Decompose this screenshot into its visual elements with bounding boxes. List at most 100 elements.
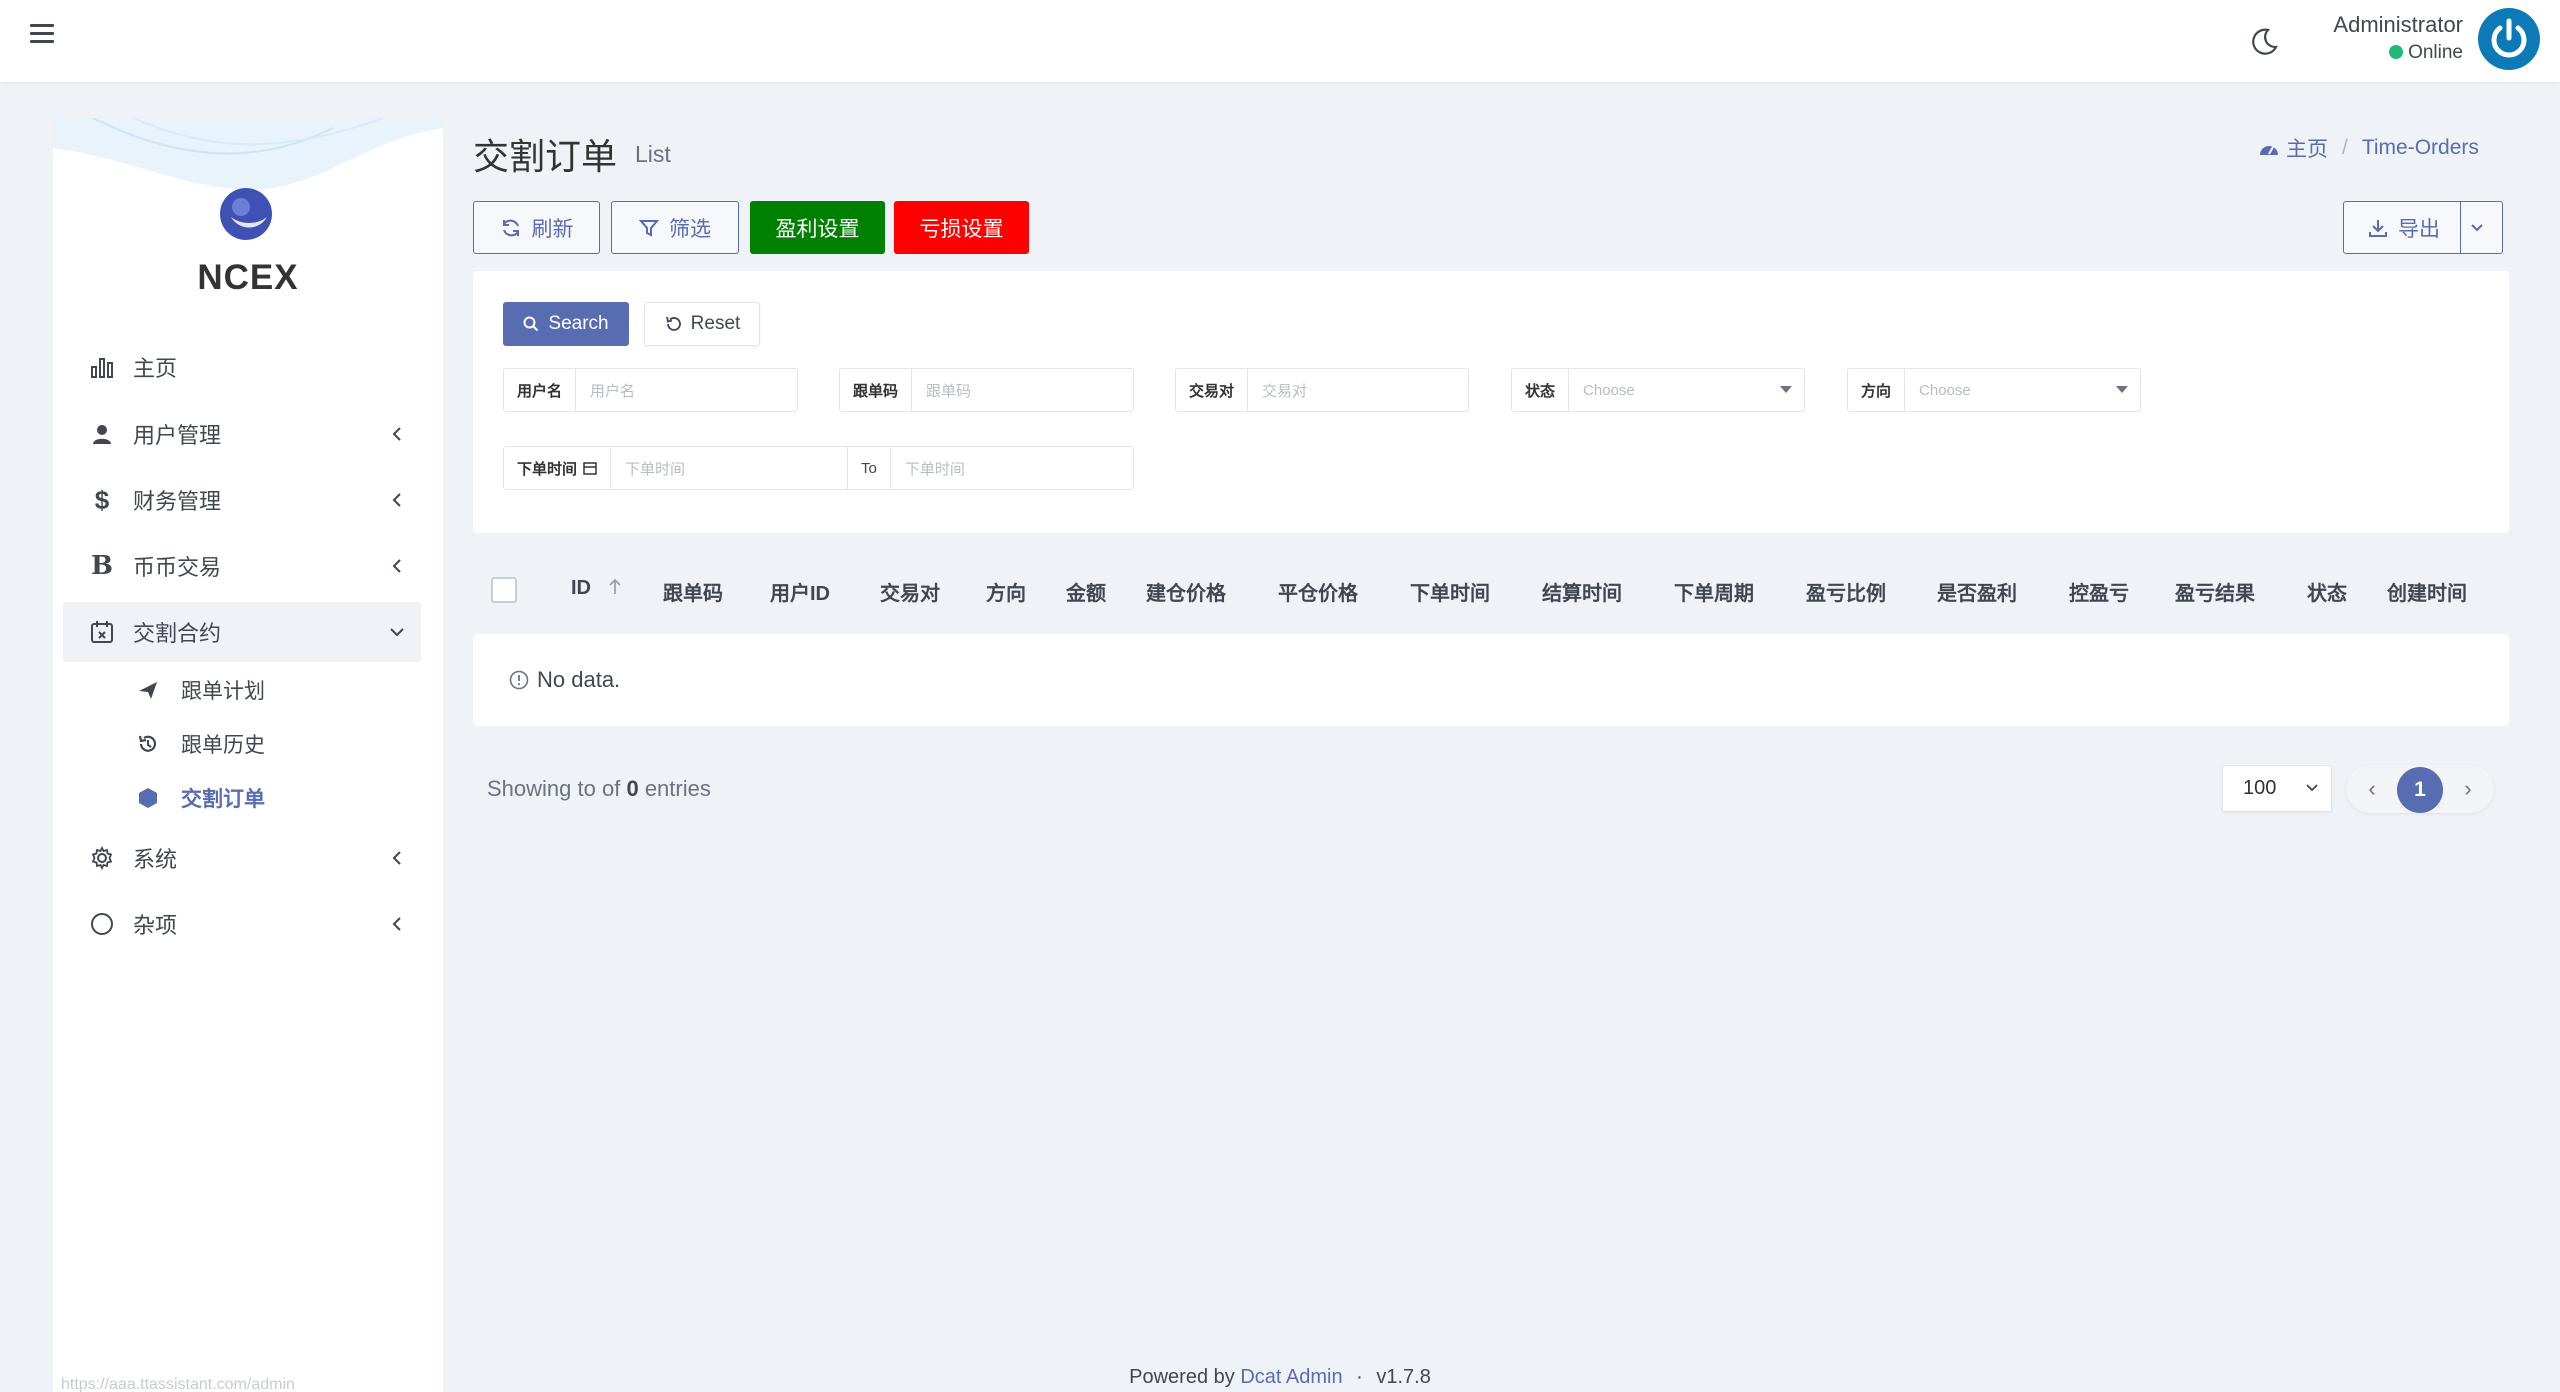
sort-arrow-up-icon (608, 578, 621, 594)
chevron-left-icon (392, 851, 401, 865)
filter-button[interactable]: 筛选 (611, 201, 739, 254)
pair-filter: 交易对 交易对 (1175, 368, 1469, 412)
direction-select-value: Choose (1919, 381, 1971, 399)
footer: Powered by Dcat Admin · v1.7.8 (0, 1366, 2560, 1389)
refresh-button-label: 刷新 (531, 217, 574, 241)
profit-settings-button[interactable]: 盈利设置 (750, 201, 885, 254)
per-page-select[interactable]: 100 (2222, 765, 2332, 812)
order-time-start-input[interactable]: 下单时间 (611, 447, 849, 489)
reset-button[interactable]: Reset (644, 302, 760, 346)
column-header[interactable]: 跟单码 (663, 577, 723, 606)
sidebar-item-delivery-contract[interactable]: 交割合约 (63, 602, 421, 662)
dashboard-icon (2260, 146, 2278, 155)
sidebar-subitem-copy-plan[interactable]: 跟单计划 (133, 668, 265, 712)
per-page-value: 100 (2243, 777, 2277, 799)
column-header[interactable]: 结算时间 (1542, 577, 1622, 606)
entries-total: 0 (626, 776, 639, 801)
user-icon (79, 423, 125, 445)
chevron-left-icon (392, 493, 401, 507)
sidebar-item-system[interactable]: 系统 (63, 828, 421, 888)
pair-filter-label: 交易对 (1176, 369, 1249, 411)
plane-icon (133, 679, 163, 701)
sidebar-item-label: 主页 (133, 356, 178, 381)
brand-logo-icon (220, 188, 272, 240)
circle-icon (79, 912, 125, 936)
user-status-text: Online (2408, 42, 2463, 63)
column-header[interactable]: 创建时间 (2387, 577, 2467, 606)
refresh-icon (502, 219, 519, 236)
calendar-small-icon (583, 462, 597, 475)
column-header[interactable]: 建仓价格 (1146, 577, 1226, 606)
column-header[interactable]: 金额 (1066, 577, 1106, 606)
column-header-label: ID (571, 577, 591, 599)
search-button[interactable]: Search (503, 302, 629, 346)
direction-select[interactable]: Choose (1905, 369, 2140, 411)
column-header[interactable]: 下单周期 (1674, 577, 1754, 606)
column-header[interactable]: 状态 (2307, 577, 2347, 606)
footer-brand-link[interactable]: Dcat Admin (1240, 1366, 1342, 1388)
bitcoin-icon: B (91, 551, 113, 581)
dark-mode-icon[interactable] (2248, 25, 2280, 57)
follow-code-input[interactable]: 跟单码 (912, 369, 1133, 411)
search-button-label: Search (548, 313, 609, 334)
pagination: ‹ 1 › (2346, 765, 2494, 813)
direction-filter-label: 方向 (1848, 369, 1906, 411)
column-header[interactable]: 用户ID (770, 577, 830, 606)
history-icon (133, 733, 163, 755)
pair-input[interactable]: 交易对 (1248, 369, 1468, 411)
avatar[interactable] (2478, 8, 2540, 70)
filter-button-label: 筛选 (669, 217, 711, 241)
sidebar-subitem-copy-history[interactable]: 跟单历史 (133, 722, 265, 766)
page-title: 交割订单 (473, 136, 618, 177)
order-time-end-input[interactable]: 下单时间 (891, 447, 1133, 489)
previous-page-icon[interactable]: ‹ (2362, 776, 2382, 801)
column-header-id[interactable]: ID (571, 577, 623, 600)
column-header[interactable]: 方向 (986, 577, 1026, 606)
column-header[interactable]: 是否盈利 (1937, 577, 2017, 606)
page-subtitle: List (635, 141, 671, 167)
sidebar-item-spot-trading[interactable]: B 币币交易 (63, 536, 421, 596)
next-page-icon[interactable]: › (2458, 776, 2478, 801)
order-time-filter: 下单时间 下单时间 To 下单时间 (503, 446, 1134, 490)
username-filter-label: 用户名 (504, 369, 577, 411)
column-header[interactable]: 平仓价格 (1278, 577, 1358, 606)
refresh-button[interactable]: 刷新 (473, 201, 600, 254)
status-filter-label: 状态 (1512, 369, 1570, 411)
dollar-icon: $ (94, 484, 110, 515)
column-header[interactable]: 盈亏结果 (2175, 577, 2255, 606)
user-status: Online (2389, 42, 2463, 64)
menu-toggle-icon[interactable] (30, 24, 54, 44)
online-dot (2389, 45, 2404, 59)
chevron-down-icon (390, 628, 404, 637)
order-time-to-label: To (848, 447, 891, 489)
column-header[interactable]: 盈亏比例 (1806, 577, 1886, 606)
sidebar-subitem-label: 跟单计划 (181, 680, 265, 703)
export-button[interactable]: 导出 (2343, 201, 2503, 254)
entries-prefix: Showing to of (487, 776, 621, 801)
sidebar-item-misc[interactable]: 杂项 (63, 894, 421, 954)
column-header[interactable]: 下单时间 (1410, 577, 1490, 606)
order-time-label-text: 下单时间 (517, 460, 578, 478)
undo-icon (665, 316, 681, 331)
loss-settings-button[interactable]: 亏损设置 (894, 201, 1029, 254)
entries-summary: Showing to of 0 entries (487, 776, 711, 802)
user-name[interactable]: Administrator (2333, 12, 2463, 38)
download-icon (2369, 219, 2387, 237)
username-input[interactable]: 用户名 (576, 369, 797, 411)
follow-code-filter-label: 跟单码 (840, 369, 913, 411)
filter-icon (639, 219, 659, 237)
sidebar-item-users[interactable]: 用户管理 (63, 404, 421, 464)
breadcrumb-home[interactable]: 主页 (2286, 133, 2328, 163)
sidebar-item-finance[interactable]: $ 财务管理 (63, 470, 421, 530)
breadcrumb-current[interactable]: Time-Orders (2362, 136, 2479, 160)
top-navbar: Administrator Online (0, 0, 2560, 82)
column-header[interactable]: 交易对 (880, 577, 940, 606)
chevron-left-icon (392, 559, 401, 573)
page-number-current[interactable]: 1 (2397, 767, 2443, 813)
export-dropdown-toggle[interactable] (2460, 202, 2502, 253)
status-select[interactable]: Choose (1569, 369, 1804, 411)
column-header[interactable]: 控盈亏 (2069, 577, 2129, 606)
sidebar-subitem-label: 交割订单 (181, 788, 265, 811)
sidebar-item-home[interactable]: 主页 (63, 337, 421, 397)
sidebar-subitem-delivery-orders[interactable]: 交割订单 (133, 776, 265, 820)
